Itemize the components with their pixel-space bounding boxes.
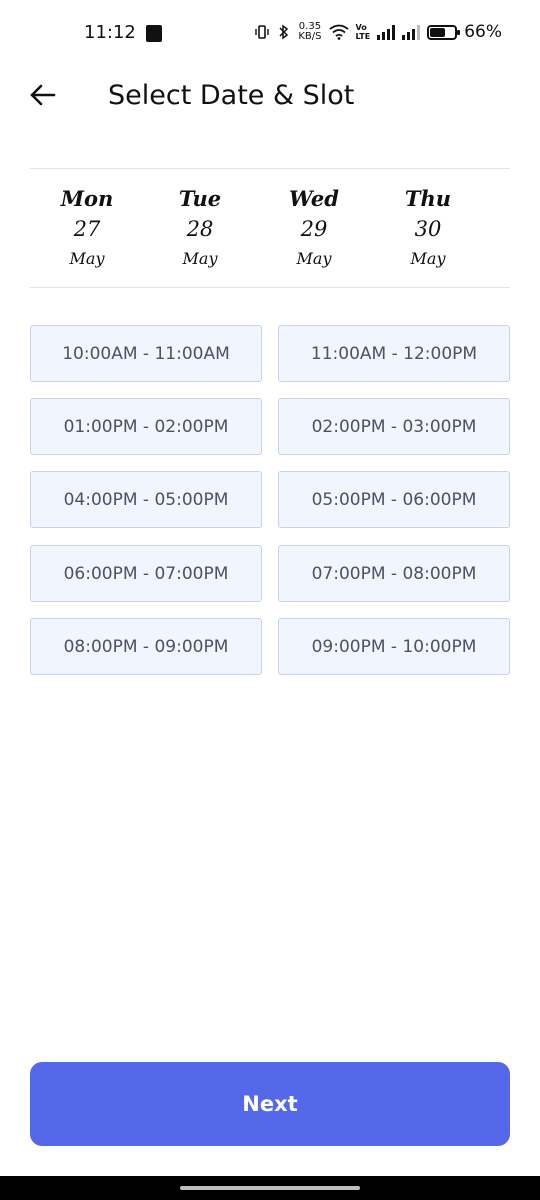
status-icons: 0.35 KB/S Vo LTE 66% [254, 22, 502, 42]
date-month: May [182, 249, 218, 268]
date-number: 30 [414, 217, 442, 241]
date-day: Tue [178, 186, 222, 211]
time-slot-button[interactable]: 11:00AM - 12:00PM [278, 325, 510, 382]
time-slot-button[interactable]: 01:00PM - 02:00PM [30, 398, 262, 455]
date-item[interactable]: Wed 29 May [259, 185, 369, 273]
header: Select Date & Slot [0, 70, 540, 130]
status-bar: 11:12 0.35 KB/S Vo LTE 66% [0, 0, 540, 70]
time-slot-button[interactable]: 07:00PM - 08:00PM [278, 545, 510, 602]
date-number: 28 [186, 217, 214, 241]
date-item[interactable]: Tue 28 May [145, 185, 255, 273]
status-time: 11:12 [84, 22, 136, 43]
signal-icon-sim2 [402, 24, 421, 40]
notification-app-icon [146, 25, 162, 42]
time-slot-button[interactable]: 06:00PM - 07:00PM [30, 545, 262, 602]
next-button[interactable]: Next [30, 1062, 510, 1146]
date-day: Mon [60, 186, 114, 211]
date-month: May [410, 249, 446, 268]
page-title: Select Date & Slot [108, 80, 355, 111]
date-day: Wed [289, 186, 339, 211]
date-selector: Mon 27 May Tue 28 May Wed 29 May Thu 30 … [30, 168, 510, 288]
battery-percent: 66% [464, 22, 502, 42]
time-slot-button[interactable]: 08:00PM - 09:00PM [30, 618, 262, 675]
system-nav-bar [0, 1176, 540, 1200]
date-day: Thu [404, 186, 452, 211]
home-gesture-handle[interactable] [180, 1186, 360, 1190]
volte-bottom: LTE [355, 32, 371, 41]
net-speed: 0.35 KB/S [298, 22, 321, 42]
wifi-icon [328, 24, 349, 40]
date-month: May [69, 249, 105, 268]
time-slot-button[interactable]: 04:00PM - 05:00PM [30, 471, 262, 528]
bluetooth-icon [279, 24, 289, 40]
date-item[interactable]: Mon 27 May [32, 185, 142, 273]
vibrate-icon [255, 25, 270, 39]
arrow-left-icon[interactable] [28, 80, 58, 110]
time-slot-button[interactable]: 02:00PM - 03:00PM [278, 398, 510, 455]
date-month: May [296, 249, 332, 268]
volte-top: Vo [355, 23, 367, 32]
date-item[interactable]: Thu 30 May [373, 185, 483, 273]
signal-icon [377, 24, 396, 40]
net-speed-unit: KB/S [298, 31, 322, 42]
time-slot-button[interactable]: 09:00PM - 10:00PM [278, 618, 510, 675]
volte-indicator: Vo LTE [356, 23, 371, 41]
date-number: 29 [300, 217, 328, 241]
battery-icon [427, 24, 461, 40]
time-slot-button[interactable]: 10:00AM - 11:00AM [30, 325, 262, 382]
time-slot-button[interactable]: 05:00PM - 06:00PM [278, 471, 510, 528]
date-number: 27 [73, 217, 101, 241]
